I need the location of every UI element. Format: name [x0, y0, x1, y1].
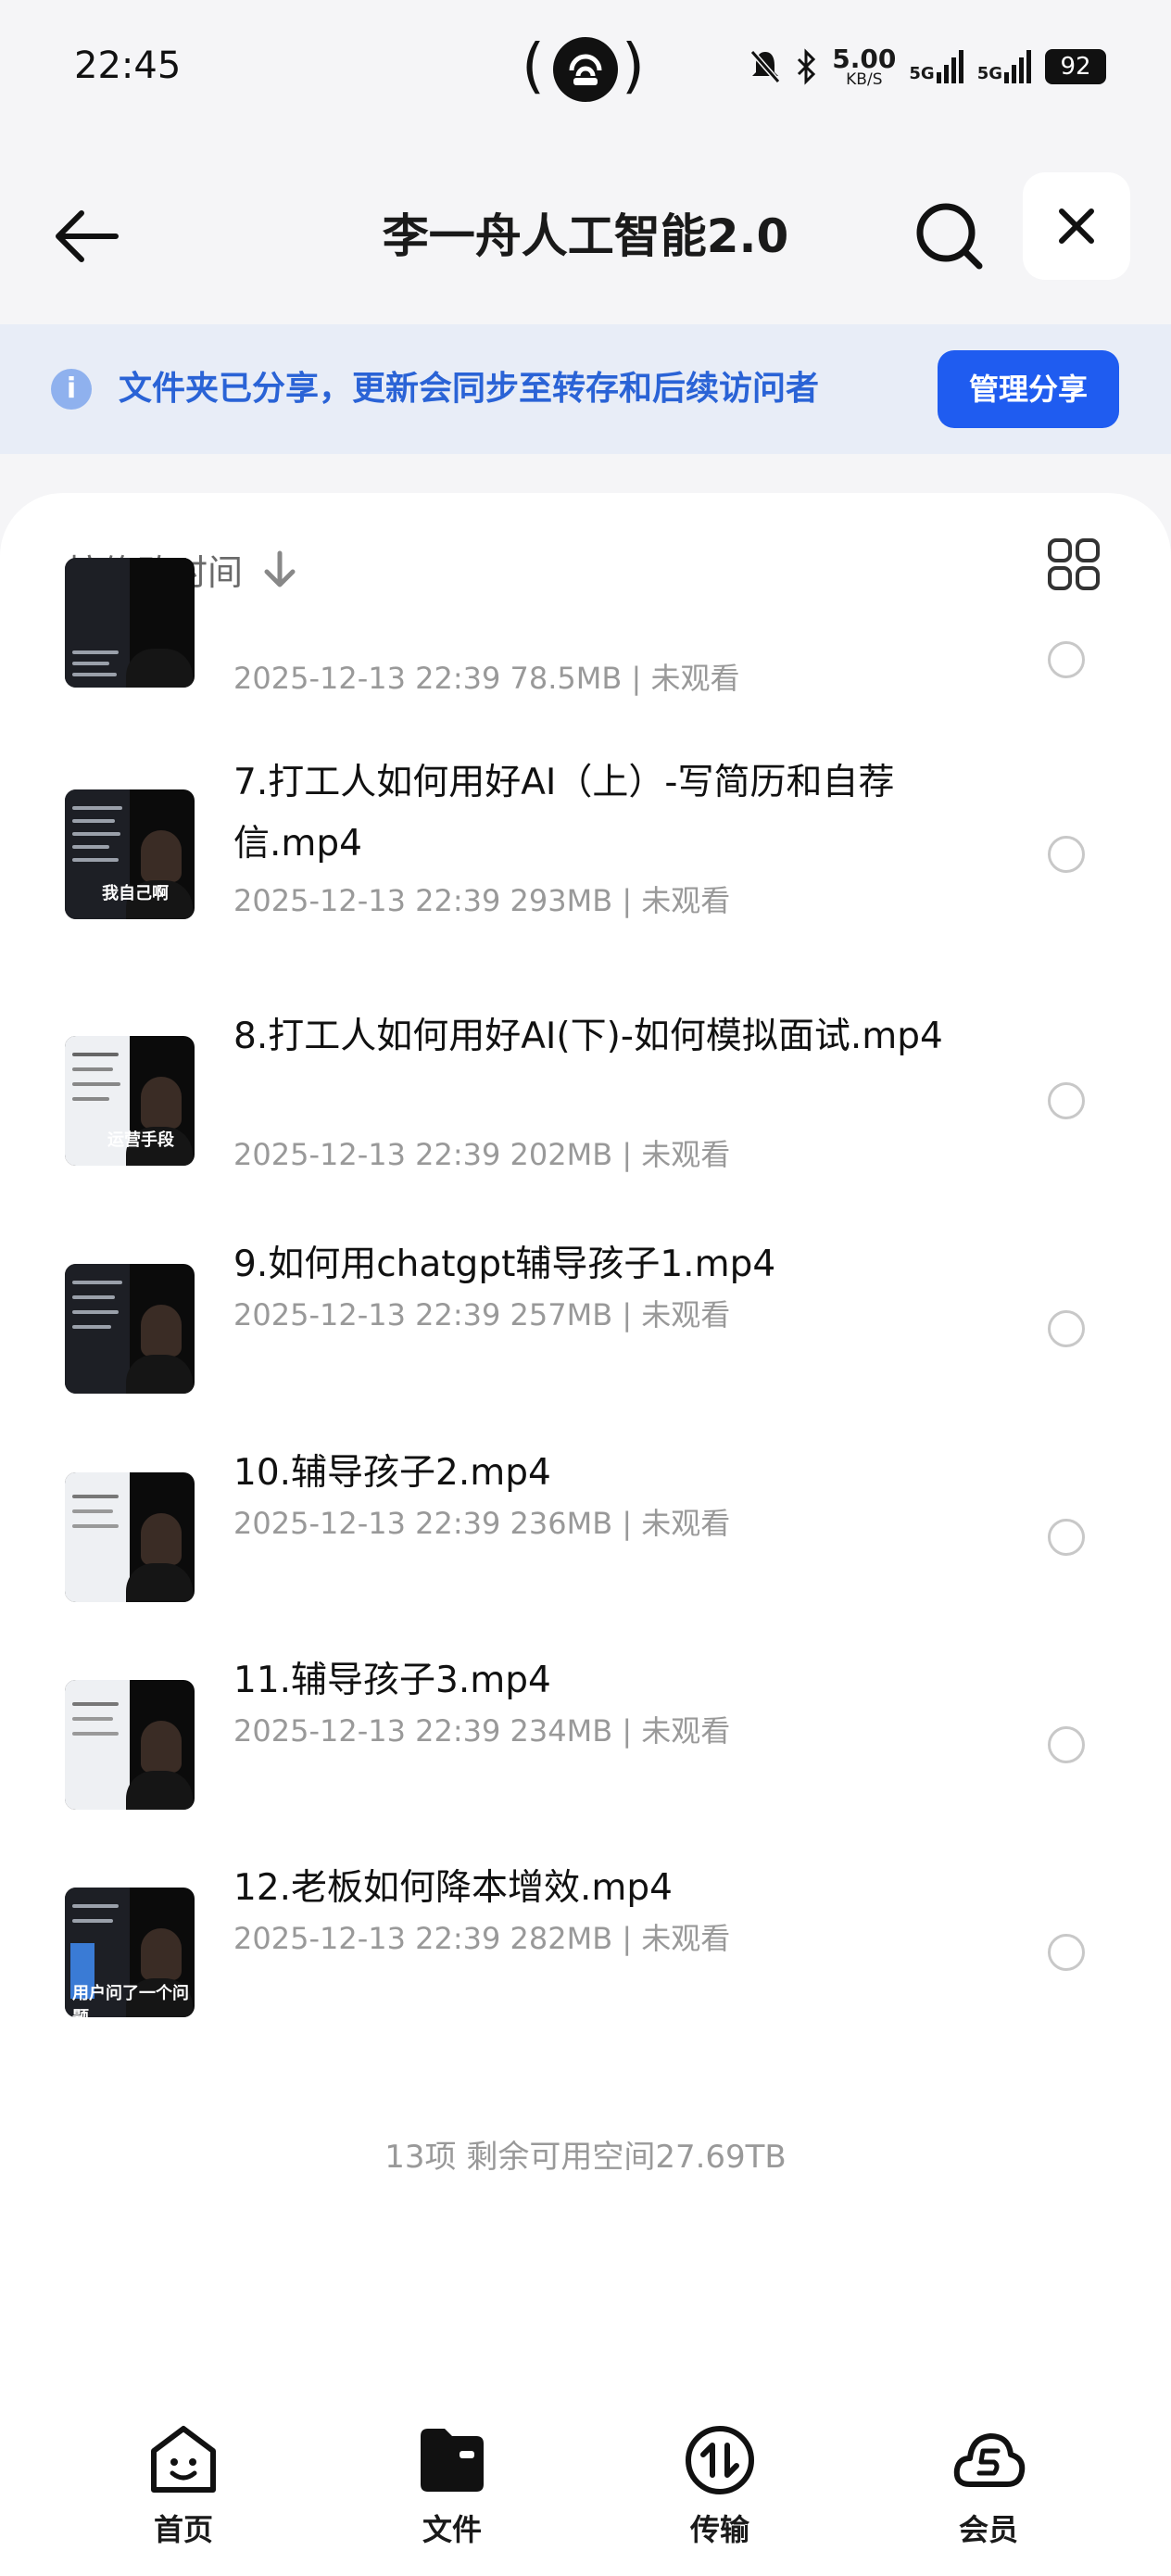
file-name: 9.如何用chatgpt辅导孩子1.mp4 [233, 1244, 776, 1285]
file-meta: 2025-12-13 22:39 293MB | 未观看 [233, 883, 731, 918]
file-meta: 2025-12-13 22:39 282MB | 未观看 [233, 1921, 731, 1956]
close-icon [1059, 208, 1094, 244]
header: 李一舟人工智能2.0 [0, 139, 1171, 324]
file-row[interactable]: 10.辅导孩子2.mp4 2025-12-13 22:39 236MB | 未观… [0, 1452, 1171, 1642]
status-icons: 5.00 KB/S 5G 5G 92 [749, 41, 1106, 93]
hotspot-dot [553, 37, 618, 102]
video-thumbnail: 用户问了一个问题 [65, 1888, 195, 2017]
folder-icon [421, 2429, 484, 2492]
video-thumbnail [65, 558, 195, 688]
select-radio[interactable] [1048, 1934, 1085, 1971]
file-list: 2025-12-13 22:39 78.5MB | 未观看 我自己啊 7.打工人… [0, 558, 1171, 2485]
info-icon: i [51, 369, 92, 410]
file-meta: 2025-12-13 22:39 202MB | 未观看 [233, 1137, 731, 1172]
share-banner: i 文件夹已分享，更新会同步至转存和后续访问者 管理分享 [0, 324, 1171, 454]
hotspot-icon: ( ) [522, 32, 651, 102]
select-radio[interactable] [1048, 1310, 1085, 1347]
tab-files-label: 文件 [422, 2512, 482, 2547]
back-button[interactable] [46, 195, 130, 278]
file-row[interactable]: 2025-12-13 22:39 78.5MB | 未观看 [0, 521, 1171, 697]
bottom-tab-bar: 首页 文件 传输 会员 [0, 2400, 1171, 2576]
tab-vip[interactable]: 会员 [914, 2423, 1063, 2571]
video-thumbnail [65, 1472, 195, 1602]
search-icon [916, 203, 983, 270]
file-meta: 2025-12-13 22:39 236MB | 未观看 [233, 1506, 731, 1541]
thumbnail-caption: 我自己啊 [102, 884, 169, 903]
close-button[interactable] [1023, 172, 1130, 280]
signal-5g-2-icon: 5G [977, 50, 1032, 83]
tab-home[interactable]: 首页 [109, 2423, 258, 2571]
mute-bell-icon [750, 50, 781, 83]
transfer-icon [686, 2426, 754, 2494]
video-thumbnail: 我自己啊 [65, 789, 195, 919]
file-name: 11.辅导孩子3.mp4 [233, 1660, 551, 1701]
tab-home-label: 首页 [153, 2512, 213, 2547]
hotspot-right-bracket: ) [622, 32, 645, 101]
hotspot-left-bracket: ( [522, 32, 545, 101]
file-row[interactable]: 9.如何用chatgpt辅导孩子1.mp4 2025-12-13 22:39 2… [0, 1244, 1171, 1433]
video-thumbnail [65, 1264, 195, 1394]
home-face-icon [151, 2426, 216, 2493]
net-speed: 5.00 KB/S [832, 43, 897, 89]
share-banner-text: 文件夹已分享，更新会同步至转存和后续访问者 [119, 370, 820, 408]
file-meta: 2025-12-13 22:39 234MB | 未观看 [233, 1713, 731, 1749]
battery-indicator: 92 [1045, 49, 1106, 84]
select-radio[interactable] [1048, 1082, 1085, 1119]
video-thumbnail [65, 1680, 195, 1810]
tab-files[interactable]: 文件 [378, 2423, 526, 2571]
video-thumbnail: 运营手段 [65, 1036, 195, 1166]
signal-5g-1-icon: 5G [909, 50, 963, 83]
file-name: 10.辅导孩子2.mp4 [233, 1452, 551, 1494]
select-radio[interactable] [1048, 641, 1085, 678]
status-bar: 22:45 ( ) 5.00 KB/S 5G 5G 92 [0, 0, 1171, 139]
vip-cloud-icon [953, 2433, 1026, 2487]
file-row[interactable]: 运营手段 8.打工人如何用好AI(下)-如何模拟面试.mp4 2025-12-1… [0, 1016, 1171, 1240]
select-radio[interactable] [1048, 836, 1085, 873]
file-name: 12.老板如何降本增效.mp4 [233, 1867, 673, 1909]
thumbnail-caption: 用户问了一个问题 [72, 1984, 189, 2017]
search-button[interactable] [903, 190, 996, 283]
file-sheet: 按修改时间 2025-12-13 22:39 78.5MB | 未观看 [0, 493, 1171, 2576]
select-radio[interactable] [1048, 1519, 1085, 1556]
file-row[interactable]: 11.辅导孩子3.mp4 2025-12-13 22:39 234MB | 未观… [0, 1660, 1171, 1850]
tab-vip-label: 会员 [958, 2512, 1018, 2547]
back-arrow-icon [56, 210, 119, 262]
storage-summary: 13项 剩余可用空间27.69TB [384, 2139, 787, 2176]
status-time: 22:45 [74, 44, 182, 87]
file-meta: 2025-12-13 22:39 257MB | 未观看 [233, 1297, 731, 1332]
tab-transfer-label: 传输 [689, 2512, 749, 2547]
manage-share-button[interactable]: 管理分享 [938, 350, 1119, 428]
bluetooth-icon [798, 48, 816, 85]
file-meta: 2025-12-13 22:39 78.5MB | 未观看 [233, 661, 740, 696]
file-name: 7.打工人如何用好AI（上）-写简历和自荐信.mp4 [233, 762, 895, 865]
file-row[interactable]: 用户问了一个问题 12.老板如何降本增效.mp4 2025-12-13 22:3… [0, 1867, 1171, 2057]
file-name: 8.打工人如何用好AI(下)-如何模拟面试.mp4 [233, 1016, 943, 1057]
select-radio[interactable] [1048, 1726, 1085, 1763]
tab-transfer[interactable]: 传输 [646, 2423, 794, 2571]
thumbnail-caption: 运营手段 [107, 1130, 174, 1150]
file-row[interactable]: 我自己啊 7.打工人如何用好AI（上）-写简历和自荐信.mp4 2025-12-… [0, 762, 1171, 993]
